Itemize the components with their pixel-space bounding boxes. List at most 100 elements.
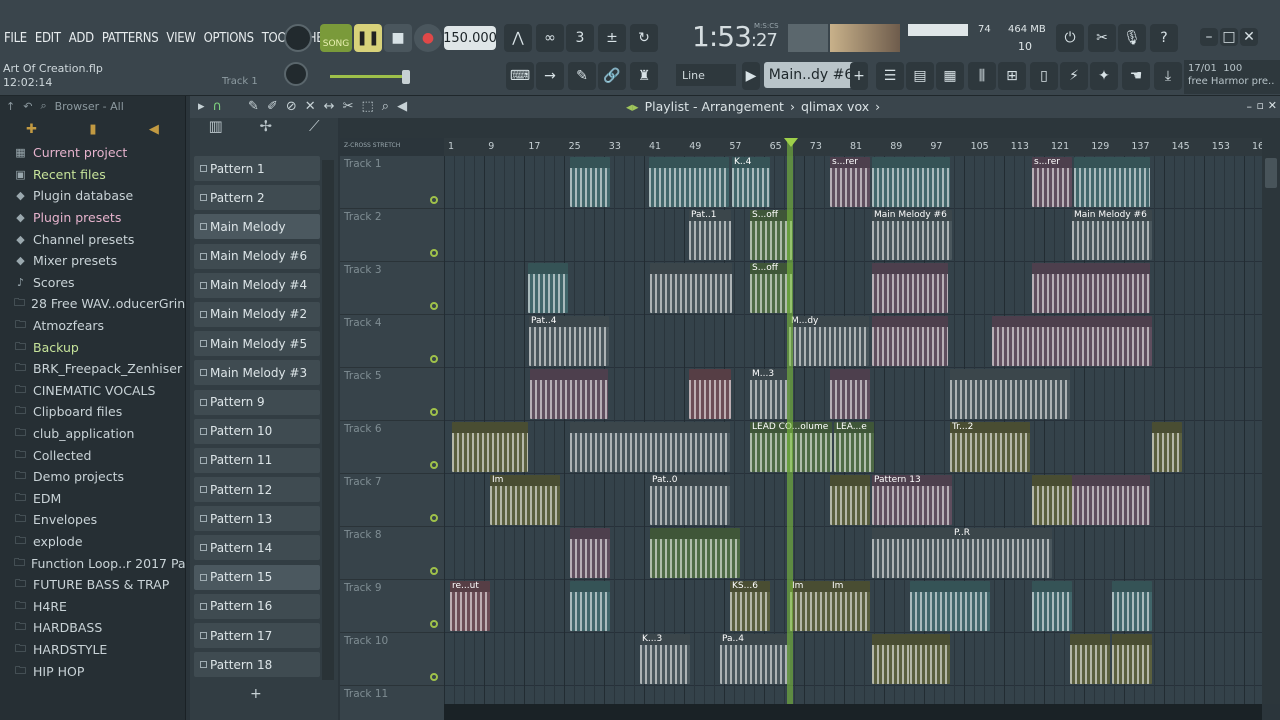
menu-view[interactable]: VIEW bbox=[166, 31, 196, 46]
playlist-clip[interactable]: M...3 bbox=[750, 369, 790, 419]
browser-item[interactable]: 🗀 HARDSTYLE bbox=[0, 639, 185, 661]
playlist-close-icon[interactable]: ✕ bbox=[1268, 99, 1277, 112]
browser-item[interactable]: 🗀 EDM bbox=[0, 488, 185, 510]
countdown-button[interactable]: 3 bbox=[566, 24, 594, 52]
mixer-button[interactable]: ⫼ bbox=[968, 62, 996, 90]
pattern-item[interactable]: Main Melody #2 bbox=[194, 301, 320, 327]
playlist-clip[interactable]: M...dy bbox=[789, 316, 869, 366]
mute-tool-icon[interactable]: ✕ bbox=[305, 99, 316, 114]
track-enable-indicator[interactable] bbox=[430, 567, 438, 575]
playlist-clip[interactable]: K..4 bbox=[732, 157, 770, 207]
playlist-clip[interactable]: LEA...e bbox=[834, 422, 874, 472]
browser-item[interactable]: 🗀 CINEMATIC VOCALS bbox=[0, 380, 185, 402]
playlist-clip[interactable]: Main Melody #6 bbox=[1072, 210, 1152, 260]
channel-rack-button[interactable]: ▦ bbox=[936, 62, 964, 90]
playlist-clip[interactable] bbox=[1070, 634, 1110, 684]
track-header[interactable]: Track 8 bbox=[340, 527, 444, 580]
playlist-clip[interactable]: s...rer bbox=[830, 157, 870, 207]
microphone-button[interactable]: 🎙 bbox=[1118, 24, 1146, 52]
browser-item[interactable]: ◆ Mixer presets bbox=[0, 250, 185, 272]
playlist-clip[interactable] bbox=[1032, 475, 1072, 525]
playlist-clip[interactable] bbox=[1072, 475, 1150, 525]
wait-input-button[interactable]: ∞ bbox=[536, 24, 564, 52]
playlist-clip[interactable] bbox=[452, 422, 528, 472]
playhead-marker[interactable] bbox=[784, 138, 798, 147]
playlist-clip[interactable] bbox=[872, 263, 948, 313]
browser-item[interactable]: 🗀 HIP HOP bbox=[0, 660, 185, 682]
playlist-clip[interactable]: KS...6 bbox=[730, 581, 770, 631]
track-enable-indicator[interactable] bbox=[430, 620, 438, 628]
pattern-item[interactable]: Main Melody #6 bbox=[194, 243, 320, 269]
playlist-clip[interactable] bbox=[649, 157, 729, 207]
close-button[interactable]: ✕ bbox=[1240, 28, 1258, 46]
playlist-clip[interactable] bbox=[1074, 157, 1150, 207]
pencil-tool-icon[interactable]: ✎ bbox=[248, 99, 259, 114]
playlist-clip[interactable] bbox=[910, 634, 950, 684]
playlist-clip[interactable] bbox=[872, 157, 950, 207]
scroll-thumb[interactable] bbox=[1265, 158, 1277, 188]
browser-item[interactable]: 🗀 28 Free WAV..oducerGrind] bbox=[0, 293, 185, 315]
pause-button[interactable]: ❚❚ bbox=[354, 24, 382, 52]
browser-item[interactable]: 🗀 Clipboard files bbox=[0, 401, 185, 423]
pattern-item[interactable]: Pattern 15 bbox=[194, 564, 320, 590]
playlist-clip[interactable] bbox=[830, 369, 870, 419]
playlist-clip[interactable]: Im bbox=[490, 475, 560, 525]
playlist-minimize-icon[interactable]: – bbox=[1247, 100, 1253, 113]
arrangement-overview[interactable] bbox=[340, 118, 1280, 138]
track-header[interactable]: Track 1 bbox=[340, 156, 444, 209]
playlist-clip[interactable] bbox=[1112, 634, 1152, 684]
track-lane[interactable] bbox=[444, 527, 1262, 580]
playlist-clip[interactable] bbox=[1032, 263, 1150, 313]
playlist-clip[interactable]: Pat..0 bbox=[650, 475, 730, 525]
playlist-clip[interactable] bbox=[570, 581, 610, 631]
track-header[interactable]: Track 9 bbox=[340, 580, 444, 633]
stamp-button[interactable]: ♜ bbox=[630, 62, 658, 90]
browser-item[interactable]: 🗀 FUTURE BASS & TRAP bbox=[0, 574, 185, 596]
track-header[interactable]: Track 4 bbox=[340, 315, 444, 368]
select-tool-icon[interactable]: ⬚ bbox=[361, 99, 373, 114]
playlist-clip[interactable] bbox=[570, 528, 610, 578]
record-button[interactable]: ● bbox=[414, 24, 442, 52]
playlist-clip[interactable] bbox=[1032, 581, 1072, 631]
playlist-vertical-scrollbar[interactable] bbox=[1262, 138, 1280, 704]
browser-item[interactable]: 🗀 BRK_Freepack_Zenhiser bbox=[0, 358, 185, 380]
slice-tool-icon[interactable]: ✂ bbox=[343, 99, 354, 114]
playlist-clip[interactable]: Tr...2 bbox=[950, 422, 1030, 472]
track-enable-indicator[interactable] bbox=[430, 355, 438, 363]
playlist-clip[interactable]: Pat..4 bbox=[529, 316, 609, 366]
prev-pattern-button[interactable]: ▶ bbox=[742, 62, 760, 90]
menu-edit[interactable]: EDIT bbox=[35, 31, 61, 46]
track-header[interactable]: Track 11 bbox=[340, 686, 444, 720]
wizard-button[interactable]: ✦ bbox=[1090, 62, 1118, 90]
playlist-clip[interactable] bbox=[872, 528, 952, 578]
pattern-item[interactable]: Pattern 12 bbox=[194, 477, 320, 503]
slip-tool-icon[interactable]: ↔ bbox=[324, 99, 335, 114]
menu-patterns[interactable]: PATTERNS bbox=[102, 31, 159, 46]
playlist-clip[interactable]: S...off bbox=[750, 210, 792, 260]
browser-item[interactable]: 🗀 Demo projects bbox=[0, 466, 185, 488]
playlist-clip[interactable]: Main Melody #6 bbox=[872, 210, 952, 260]
typing-keyboard-button[interactable]: ⌨ bbox=[506, 62, 534, 90]
snap-selector[interactable]: Line bbox=[676, 64, 736, 86]
playlist-clip[interactable]: S...off bbox=[750, 263, 792, 313]
playlist-clip[interactable] bbox=[910, 581, 990, 631]
delete-tool-icon[interactable]: ⊘ bbox=[286, 99, 297, 114]
playlist-clip[interactable] bbox=[1152, 422, 1182, 472]
track-enable-indicator[interactable] bbox=[430, 302, 438, 310]
add-pattern-button[interactable]: + bbox=[850, 62, 868, 90]
pattern-item[interactable]: Pattern 9 bbox=[194, 389, 320, 415]
pattern-item[interactable]: Pattern 10 bbox=[194, 418, 320, 444]
step-edit-button[interactable]: → bbox=[536, 62, 564, 90]
undo-icon[interactable]: ↶ bbox=[23, 100, 32, 113]
pattern-item[interactable]: Pattern 14 bbox=[194, 535, 320, 561]
zoom-tool-icon[interactable]: ⌕ bbox=[382, 99, 389, 114]
play-arrow-icon[interactable]: ▸ bbox=[198, 99, 205, 114]
metronome-button[interactable]: ⋀ bbox=[504, 24, 532, 52]
browser-item[interactable]: 🗀 Atmozfears bbox=[0, 315, 185, 337]
files-icon[interactable]: ▮ bbox=[89, 122, 96, 137]
touch-button[interactable]: ☚ bbox=[1122, 62, 1150, 90]
master-volume-knob[interactable] bbox=[284, 62, 308, 86]
playback-tool-icon[interactable]: ◀ bbox=[397, 99, 407, 114]
playlist-clip[interactable]: Im bbox=[830, 581, 870, 631]
speaker-icon[interactable]: ◀ bbox=[149, 122, 159, 137]
